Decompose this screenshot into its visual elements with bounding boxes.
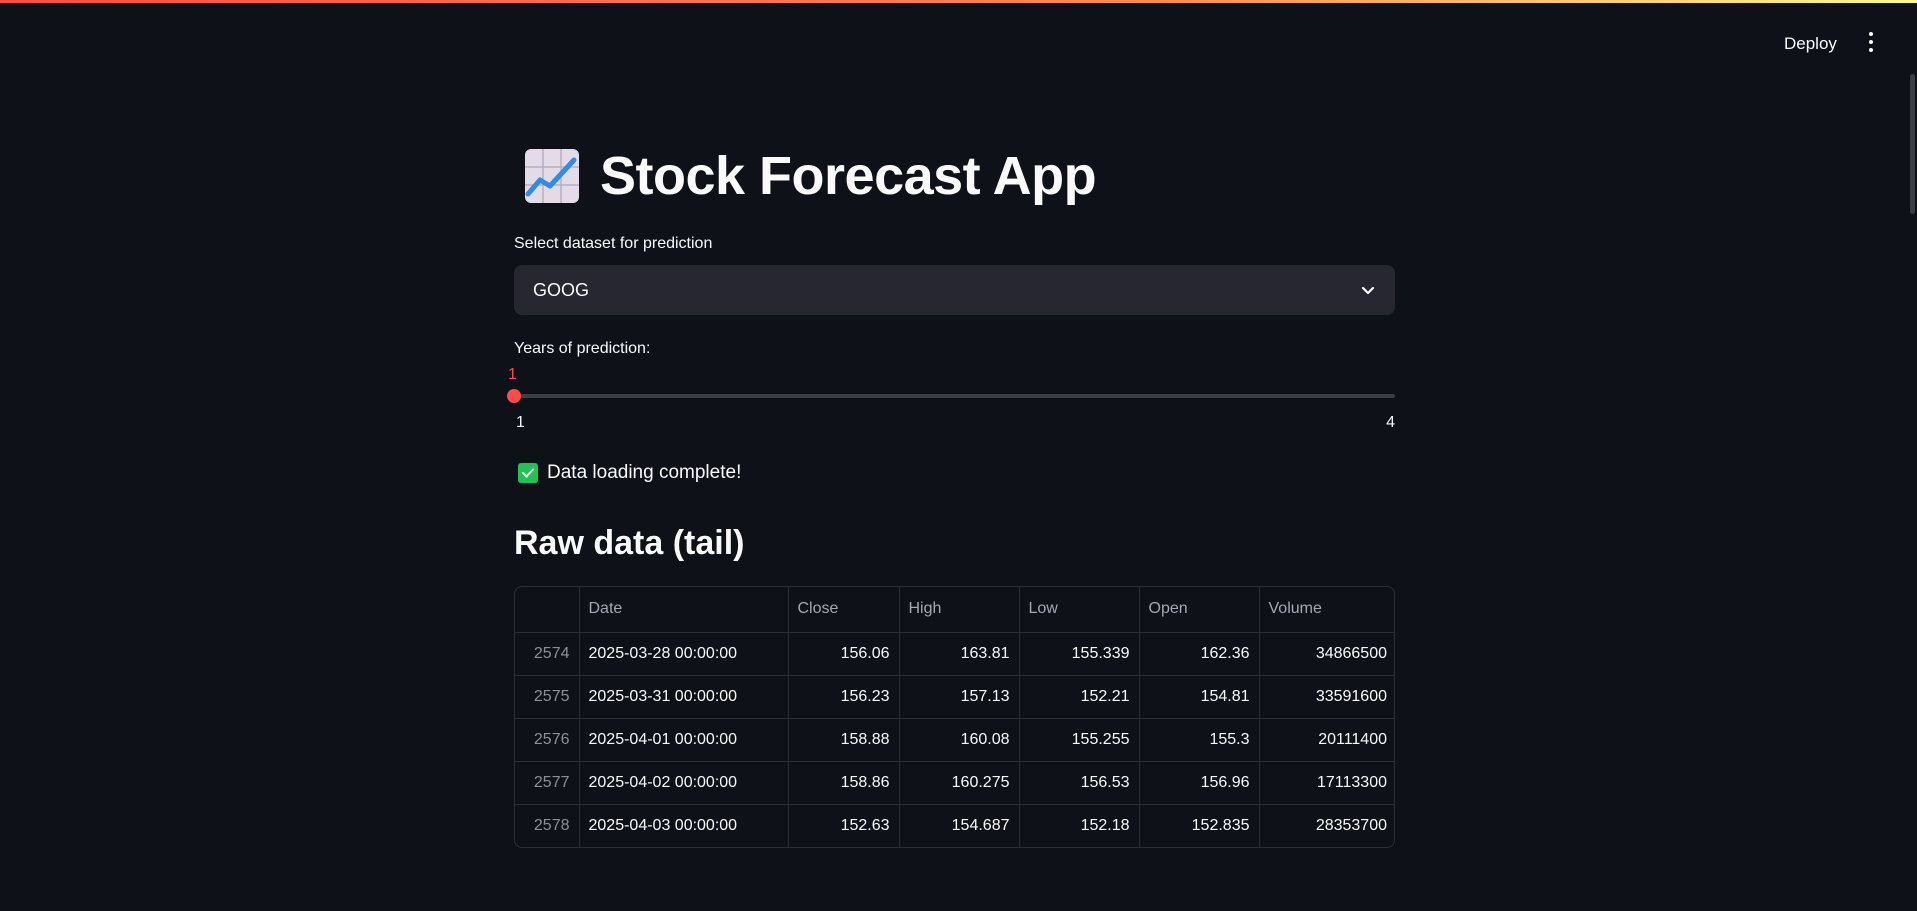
chevron-down-icon [1361,286,1375,295]
table-cell[interactable]: 162.36 [1139,632,1260,676]
table-cell[interactable]: 155.3 [1139,718,1260,762]
table-cell[interactable]: 2025-03-31 00:00:00 [579,675,789,719]
table-cell[interactable]: 20111400 [1259,718,1394,762]
table-cell[interactable]: 158.88 [788,718,900,762]
page-title: Stock Forecast App [600,146,1097,206]
table-cell[interactable]: 2025-04-01 00:00:00 [579,718,789,762]
table-cell[interactable]: 154.81 [1139,675,1260,719]
slider-current-value: 1 [508,366,517,383]
row-index-cell[interactable]: 2575 [515,675,580,719]
table-cell[interactable]: 160.275 [899,761,1020,805]
column-header-high[interactable]: High [899,587,1020,633]
dataset-select-label: Select dataset for prediction [514,235,713,252]
table-cell[interactable]: 34866500 [1259,632,1394,676]
table-cell[interactable]: 156.96 [1139,761,1260,805]
table-cell[interactable]: 154.687 [899,804,1020,847]
table-row: 2578 2025-04-03 00:00:00 152.63 154.687 152.… [515,804,1394,847]
table-cell[interactable]: 152.18 [1019,804,1140,847]
status-text: Data loading complete! [547,462,742,483]
table-cell[interactable]: 155.255 [1019,718,1140,762]
column-header-low[interactable]: Low [1019,587,1140,633]
table-row: 2574 2025-03-28 00:00:00 156.06 163.81 155.3… [515,632,1394,676]
table-cell[interactable]: 163.81 [899,632,1020,676]
column-header-close[interactable]: Close [788,587,900,633]
table-cell[interactable]: 2025-03-28 00:00:00 [579,632,789,676]
more-vertical-icon[interactable] [1860,30,1882,58]
column-header-open[interactable]: Open [1139,587,1260,633]
raw-data-table[interactable]: Date Close High Low Open Volume 2574 2025-03-2… [514,586,1395,848]
dataset-select[interactable]: GOOG [514,265,1395,315]
table-cell[interactable]: 157.13 [899,675,1020,719]
table-cell[interactable]: 155.339 [1019,632,1140,676]
row-index-cell[interactable]: 2578 [515,804,580,847]
table-cell[interactable]: 158.86 [788,761,900,805]
slider-handle[interactable] [507,389,521,403]
table-cell[interactable]: 152.21 [1019,675,1140,719]
slider-track[interactable] [514,394,1395,398]
check-box-icon [518,463,538,483]
table-cell[interactable]: 160.08 [899,718,1020,762]
chart-increasing-emoji-icon [525,149,579,203]
table-header-row: Date Close High Low Open Volume [515,587,1394,633]
row-index-cell[interactable]: 2574 [515,632,580,676]
column-header-volume[interactable]: Volume [1259,587,1394,633]
table-row: 2577 2025-04-02 00:00:00 158.86 160.275 156.… [515,761,1394,805]
table-cell[interactable]: 33591600 [1259,675,1394,719]
table-cell[interactable]: 2025-04-03 00:00:00 [579,804,789,847]
status-message: Data loading complete! [518,462,741,484]
deploy-button[interactable]: Deploy [1776,28,1845,60]
scrollbar[interactable] [1910,74,1915,214]
years-slider-label: Years of prediction: [514,340,651,357]
table-cell[interactable]: 2025-04-02 00:00:00 [579,761,789,805]
slider-min-label: 1 [516,414,525,431]
column-header-date[interactable]: Date [579,587,789,633]
table-cell[interactable]: 156.06 [788,632,900,676]
app-header: Deploy [0,0,1917,60]
table-cell[interactable]: 152.835 [1139,804,1260,847]
row-index-cell[interactable]: 2577 [515,761,580,805]
table-cell[interactable]: 152.63 [788,804,900,847]
title-row: Stock Forecast App [524,146,1097,206]
table-cell[interactable]: 156.53 [1019,761,1140,805]
table-row: 2576 2025-04-01 00:00:00 158.88 160.08 155.2… [515,718,1394,762]
slider-max-label: 4 [1386,414,1395,431]
row-index-cell[interactable]: 2576 [515,718,580,762]
column-header-index[interactable] [515,587,580,633]
table-cell[interactable]: 28353700 [1259,804,1394,847]
table-cell[interactable]: 17113300 [1259,761,1394,805]
table-cell[interactable]: 156.23 [788,675,900,719]
dataset-select-value: GOOG [533,280,590,300]
table-row: 2575 2025-03-31 00:00:00 156.23 157.13 152.2… [515,675,1394,719]
section-heading: Raw data (tail) [514,524,745,562]
